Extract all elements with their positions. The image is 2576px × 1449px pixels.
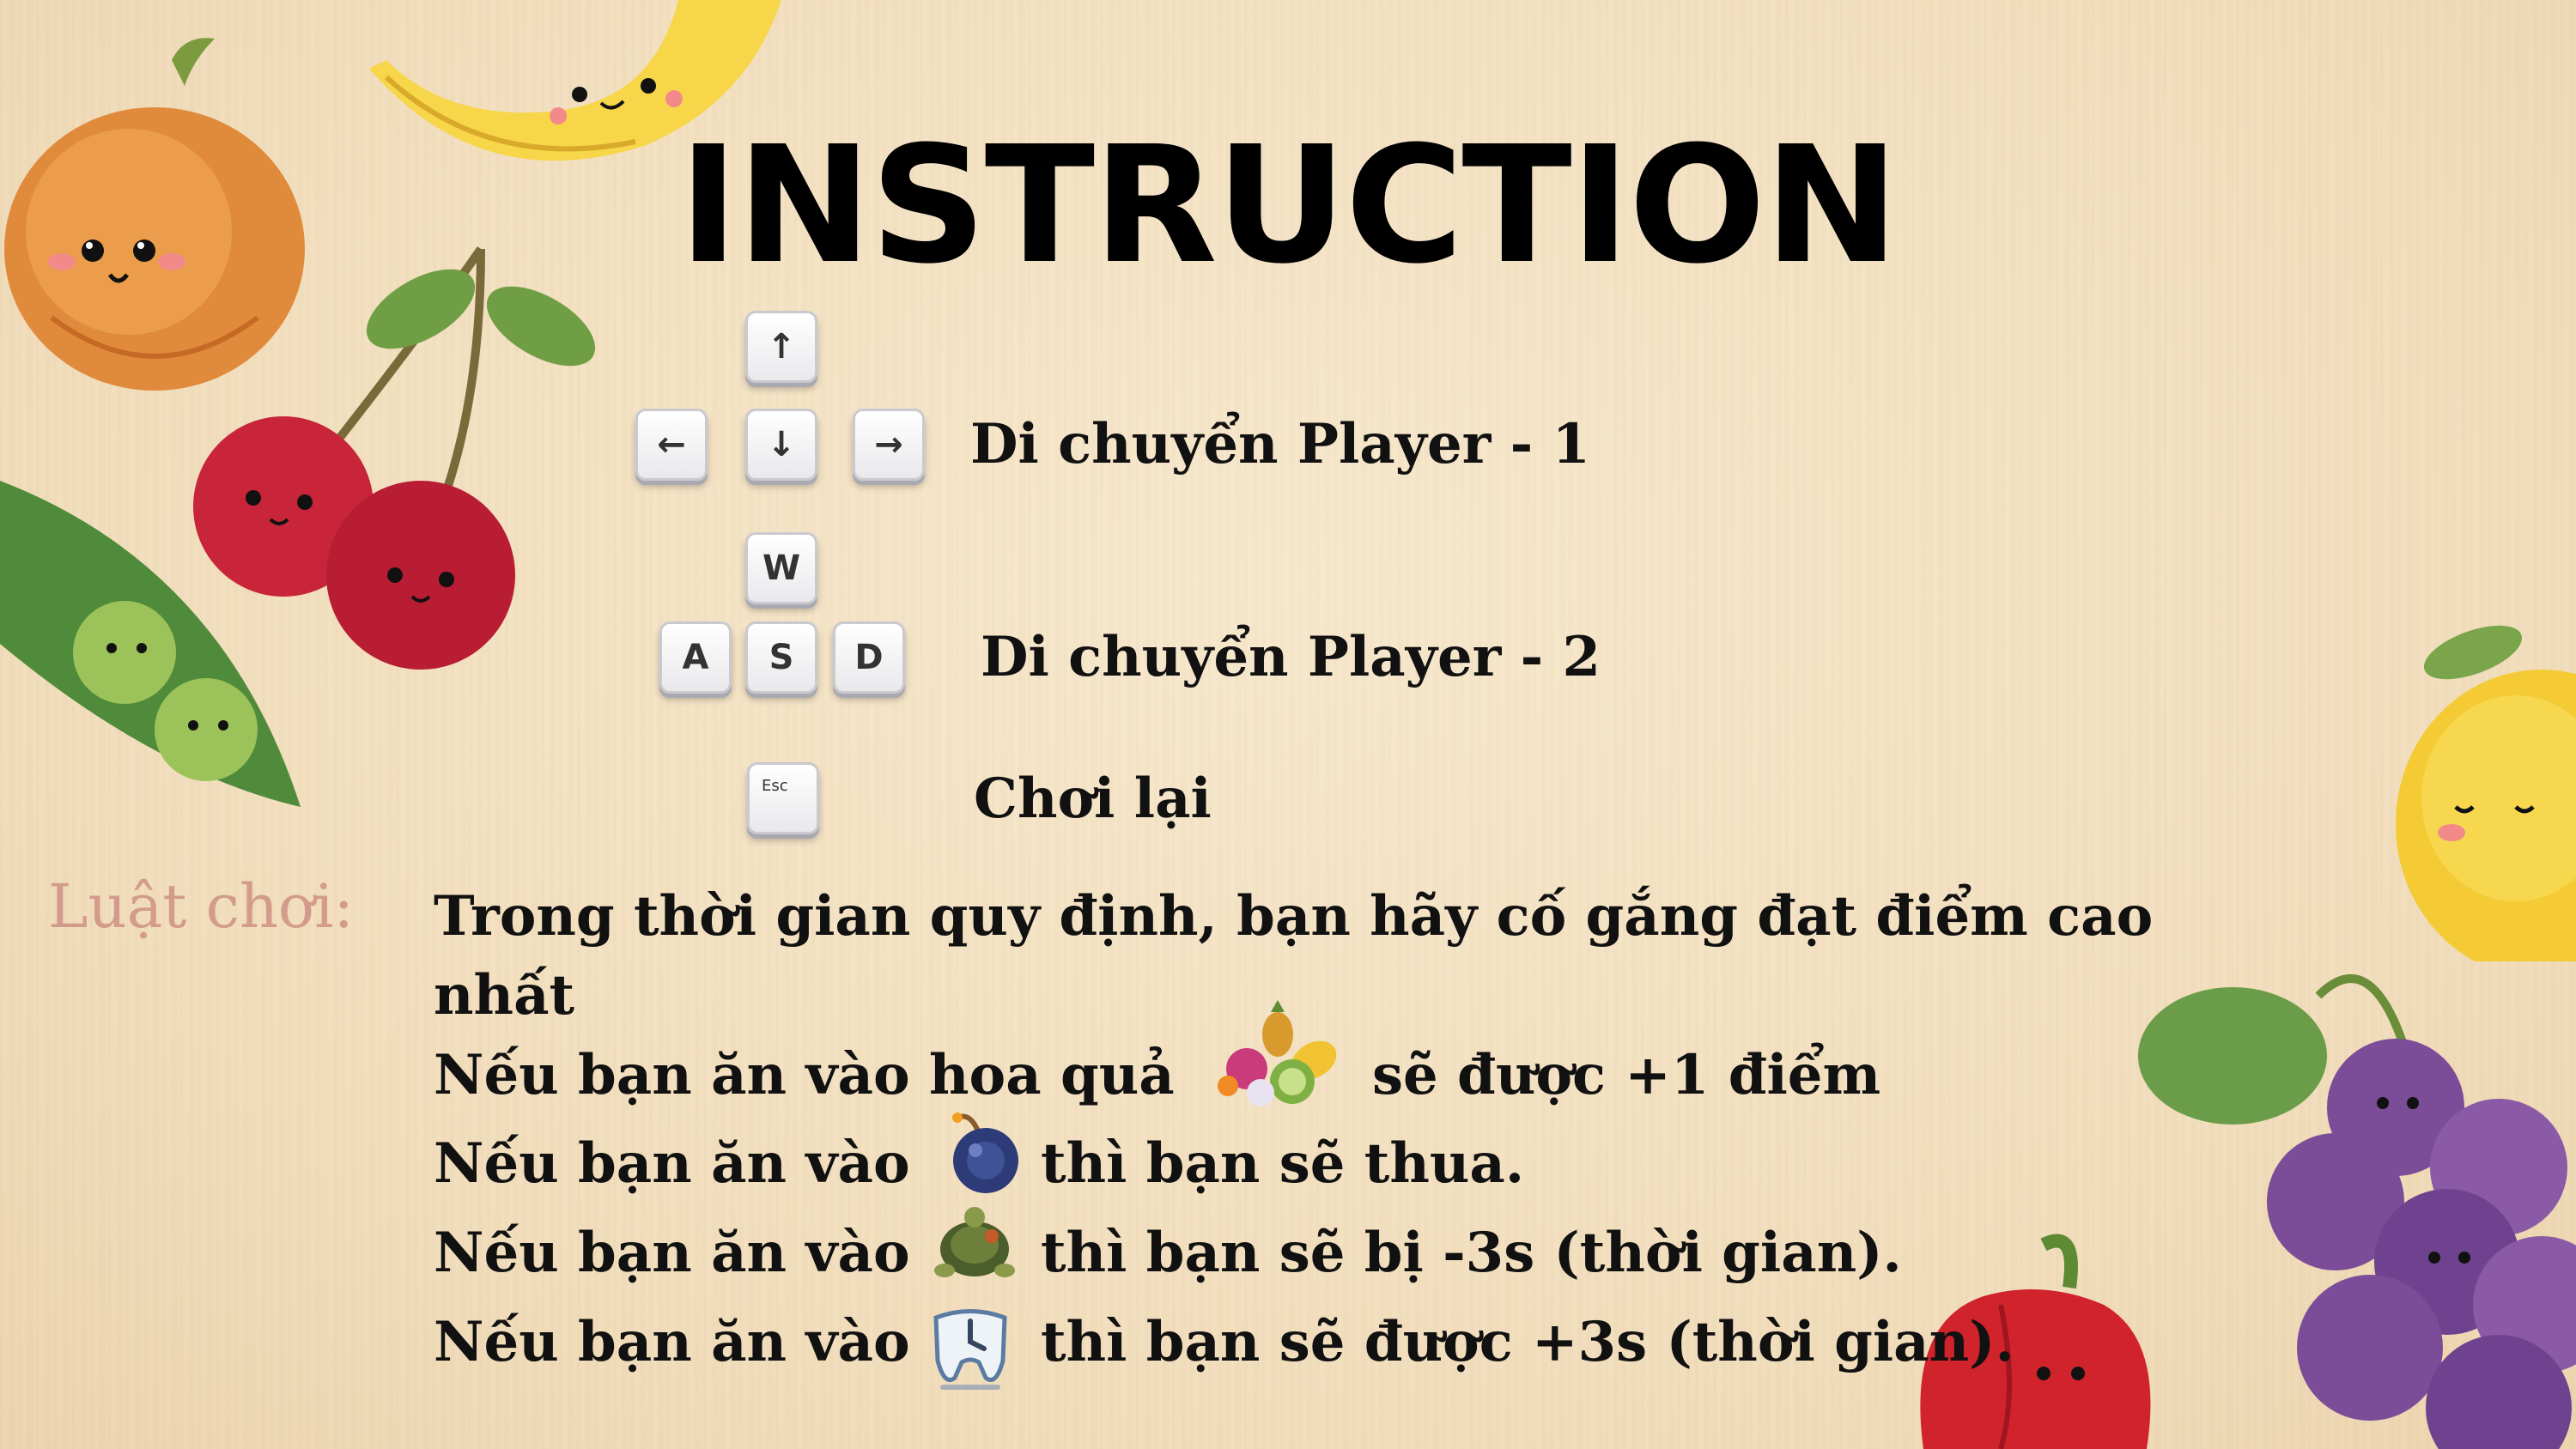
rule-turtle-result: thì bạn sẽ bị -3s (thời gian). — [1041, 1221, 1902, 1285]
player2-label: Di chuyển Player - 2 — [981, 625, 1601, 689]
rule-fruit-result: sẽ được +1 điểm — [1372, 1043, 1881, 1107]
rule-bomb-result: thì bạn sẽ thua. — [1041, 1131, 1525, 1196]
fruit-basket-icon — [1218, 1000, 1337, 1106]
arrow-left-key: ← — [635, 409, 708, 481]
bomb-icon — [952, 1113, 1018, 1193]
rule-clock-text: Nếu bạn ăn vào — [434, 1310, 910, 1374]
rule-turtle-text: Nếu bạn ăn vào — [434, 1221, 910, 1285]
a-key: A — [659, 621, 732, 694]
page-title: INSTRUCTION — [678, 112, 1899, 300]
restart-label: Chơi lại — [974, 767, 1212, 831]
arrow-up-key: ↑ — [745, 311, 817, 383]
esc-key: Esc — [747, 762, 819, 834]
arrow-right-key: → — [853, 409, 925, 481]
peas-illustration — [0, 481, 301, 807]
s-key: S — [745, 621, 817, 694]
player1-label: Di chuyển Player - 1 — [970, 412, 1591, 476]
grapes-illustration — [2138, 974, 2576, 1449]
clock-icon — [933, 1309, 1007, 1390]
rule-fruit-text: Nếu bạn ăn vào hoa quả — [434, 1043, 1175, 1107]
w-key: W — [745, 532, 817, 604]
rule-line-1-cont: nhất — [434, 963, 575, 1028]
rule-line-1: Trong thời gian quy định, bạn hãy cố gắn… — [434, 884, 2154, 949]
lemon-illustration — [2396, 625, 2576, 961]
rules-title: Luật chơi: — [48, 871, 355, 942]
rule-clock-result: thì bạn sẽ được +3s (thời gian). — [1041, 1310, 2014, 1374]
turtle-icon — [934, 1207, 1015, 1277]
arrow-down-key: ↓ — [745, 409, 817, 481]
rule-bomb-text: Nếu bạn ăn vào — [434, 1131, 910, 1196]
d-key: D — [833, 621, 905, 694]
